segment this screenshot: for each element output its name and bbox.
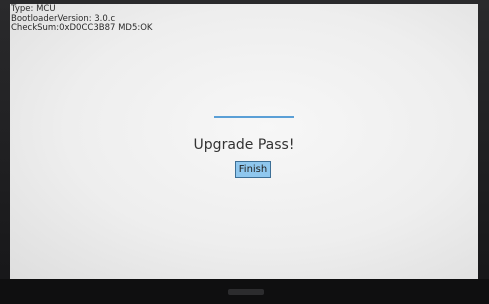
finish-button[interactable]: Finish (235, 161, 271, 178)
upgrade-screen: Type: MCU BootloaderVersion: 3.0.c Check… (10, 4, 478, 279)
upgrade-progress-bar (214, 116, 294, 118)
brand-logo-icon (228, 289, 264, 295)
checksum-line: CheckSum:0xD0CC3B87 MD5:OK (11, 23, 153, 33)
device-info-panel: Type: MCU BootloaderVersion: 3.0.c Check… (11, 4, 153, 34)
upgrade-status-text: Upgrade Pass! (193, 137, 295, 153)
